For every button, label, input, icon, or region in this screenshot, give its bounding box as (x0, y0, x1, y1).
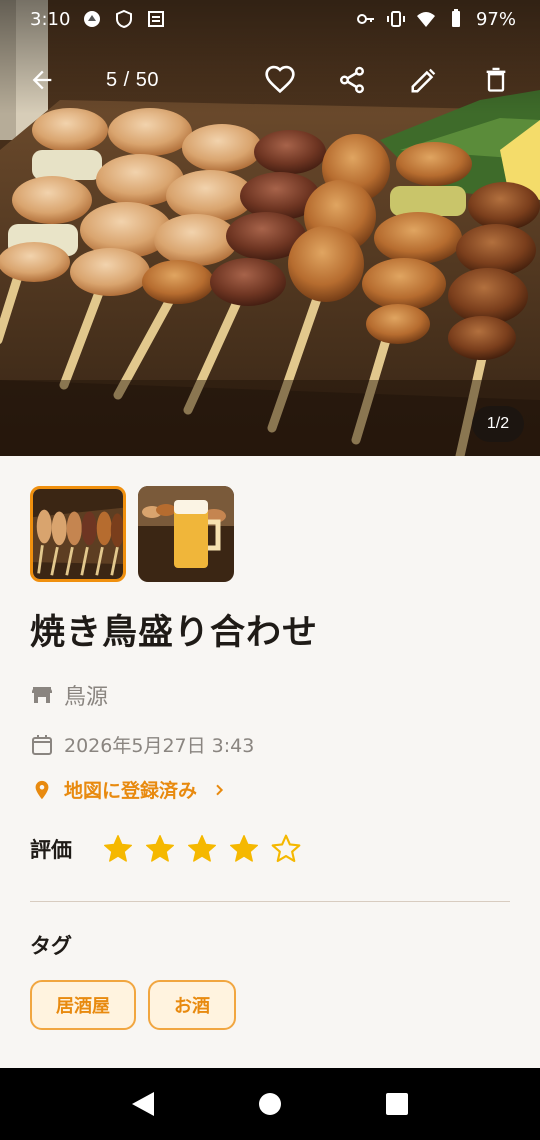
rating-label: 評価 (30, 838, 72, 862)
tag-chip[interactable]: 居酒屋 (30, 980, 136, 1030)
delete-icon (486, 67, 506, 92)
tag-list: 居酒屋 お酒 (30, 980, 510, 1030)
hero-photo[interactable]: 3:10 97% 5 / 50 1/2 (0, 0, 540, 456)
beer-thumbnail[interactable] (138, 486, 234, 582)
toolbar-actions (254, 54, 522, 106)
store-icon (30, 683, 54, 707)
nav-home-icon (258, 1093, 281, 1115)
news-icon (148, 11, 165, 27)
shield-icon (116, 9, 133, 29)
tag-chip[interactable]: お酒 (148, 980, 236, 1030)
share-icon (340, 66, 364, 94)
edit-icon (411, 68, 436, 93)
map-status-text: 地図に登録済み (64, 780, 198, 802)
rating-stars[interactable] (102, 833, 302, 865)
wifi-icon (416, 12, 435, 27)
star-empty-icon[interactable] (270, 833, 302, 865)
battery-icon (451, 9, 460, 27)
nav-home-button[interactable] (246, 1080, 294, 1128)
share-button[interactable] (326, 54, 378, 106)
key-icon (356, 14, 374, 24)
status-right: 97% (356, 9, 516, 30)
rating-row: 評価 (30, 833, 510, 865)
vibrate-icon (386, 11, 405, 27)
location-pin-icon (30, 778, 54, 802)
star-filled-icon[interactable] (228, 833, 260, 865)
date-text: 2026年5月27日 3:43 (64, 735, 255, 757)
shop-name: 鳥源 (64, 685, 109, 710)
star-filled-icon[interactable] (144, 833, 176, 865)
nav-back-icon (132, 1092, 155, 1116)
photo-toolbar: 5 / 50 (0, 52, 540, 108)
heart-icon (265, 65, 295, 94)
beer-thumbnail-image (138, 486, 234, 582)
status-bar: 3:10 97% (0, 0, 540, 38)
yakitori-thumbnail-image (33, 489, 123, 579)
system-nav-bar (0, 1068, 540, 1140)
back-button[interactable] (16, 54, 68, 106)
detail-content: 焼き鳥盛り合わせ 鳥源 2026年5月27日 3:43 地図に登録済み 評価 タ… (30, 486, 510, 1071)
status-left: 3:10 (30, 9, 166, 30)
status-time: 3:10 (30, 8, 71, 30)
divider (30, 901, 510, 902)
item-title: 焼き鳥盛り合わせ (30, 613, 319, 653)
edit-button[interactable] (398, 54, 450, 106)
thumbnail-strip (30, 486, 510, 582)
photo-page-indicator: 1/2 (472, 406, 524, 442)
star-filled-icon[interactable] (186, 833, 218, 865)
date-row: 2026年5月27日 3:43 (30, 731, 510, 758)
photo-counter: 5 / 50 (106, 68, 160, 91)
nav-recents-button[interactable] (373, 1080, 421, 1128)
nav-recents-icon (385, 1093, 408, 1115)
shop-row: 鳥源 (30, 679, 510, 711)
nav-back-button[interactable] (119, 1080, 167, 1128)
tags-label: タグ (30, 934, 72, 958)
notification-icon (84, 11, 101, 27)
calendar-icon (30, 733, 54, 757)
chevron-right-icon (207, 778, 231, 802)
delete-button[interactable] (470, 54, 522, 106)
battery-percent: 97% (475, 8, 516, 30)
star-filled-icon[interactable] (102, 833, 134, 865)
map-link[interactable]: 地図に登録済み (30, 776, 510, 803)
back-arrow-icon (32, 70, 52, 90)
yakitori-thumbnail[interactable] (30, 486, 126, 582)
favorite-button[interactable] (254, 54, 306, 106)
